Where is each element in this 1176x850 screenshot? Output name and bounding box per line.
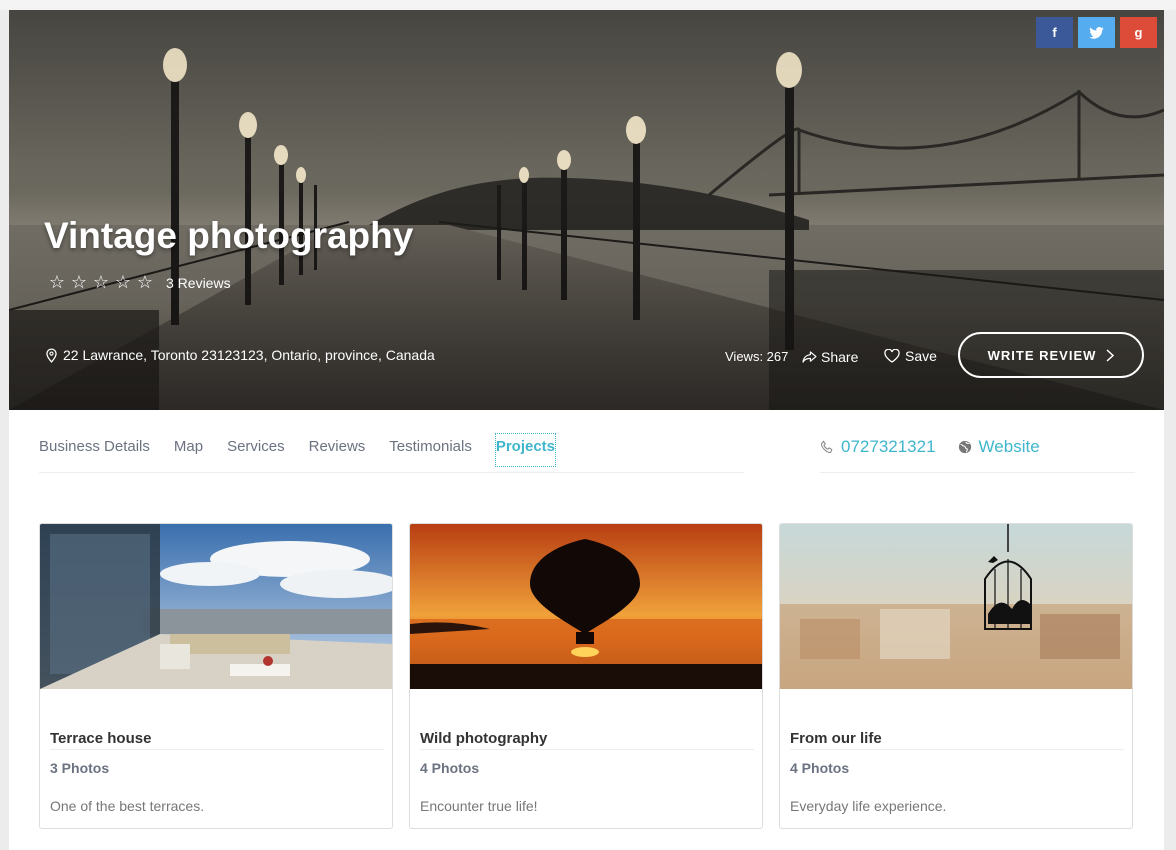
reviews-count[interactable]: 3 Reviews — [166, 275, 231, 291]
facebook-icon: f — [1052, 25, 1057, 40]
facebook-button[interactable]: f — [1036, 17, 1073, 48]
star-icon[interactable]: ☆ — [70, 272, 88, 293]
share-label: Share — [821, 349, 859, 365]
project-thumbnail — [40, 524, 392, 689]
page-title: Vintage photography — [44, 215, 414, 256]
phone-number: 0727321321 — [841, 437, 936, 456]
project-thumbnail — [780, 524, 1132, 689]
listing-tabs: Business Details Map Services Reviews Te… — [39, 433, 744, 473]
top-strip — [0, 0, 1176, 10]
twitter-button[interactable] — [1078, 17, 1115, 48]
project-name[interactable]: Terrace house — [50, 730, 384, 750]
share-icon — [802, 351, 817, 363]
save-label: Save — [905, 348, 937, 364]
contact-bar: 0727321321 Website — [820, 434, 1135, 473]
tab-business-details[interactable]: Business Details — [39, 434, 150, 464]
star-icon[interactable]: ☆ — [136, 272, 154, 293]
map-pin-icon — [46, 347, 57, 363]
project-card[interactable]: Terrace house 3 Photos One of the best t… — [39, 523, 393, 829]
project-name[interactable]: From our life — [790, 730, 1124, 750]
phone-icon — [820, 440, 833, 454]
project-description: Everyday life experience. — [790, 798, 947, 814]
write-review-button[interactable]: WRITE REVIEW — [958, 332, 1144, 378]
tab-projects[interactable]: Projects — [494, 433, 557, 467]
views-count: Views: 267 — [725, 349, 789, 364]
project-card[interactable]: From our life 4 Photos Everyday life exp… — [779, 523, 1133, 829]
chevron-right-icon — [1106, 348, 1115, 362]
website-label: Website — [978, 437, 1040, 456]
project-card[interactable]: Wild photography 4 Photos Encounter true… — [409, 523, 763, 829]
google-plus-icon: g — [1134, 25, 1143, 40]
address: 22 Lawrance, Toronto 23123123, Ontario, … — [46, 347, 435, 363]
google-plus-button[interactable]: g — [1120, 17, 1157, 48]
heart-icon — [884, 349, 900, 363]
project-description: One of the best terraces. — [50, 798, 205, 814]
twitter-icon — [1089, 26, 1104, 39]
social-share-bar: f g — [1036, 17, 1157, 48]
website-link[interactable]: Website — [958, 434, 1040, 460]
save-button[interactable]: Save — [884, 348, 937, 364]
project-photo-count: 4 Photos — [790, 760, 850, 776]
project-name[interactable]: Wild photography — [420, 730, 754, 750]
project-thumbnail — [410, 524, 762, 689]
rating-stars: ☆ ☆ ☆ ☆ ☆ 3 Reviews — [48, 272, 231, 293]
star-icon[interactable]: ☆ — [114, 272, 132, 293]
phone-link[interactable]: 0727321321 — [820, 434, 936, 460]
hero-banner: f g Vintage photography ☆ ☆ ☆ ☆ ☆ 3 Revi… — [9, 10, 1164, 410]
address-text: 22 Lawrance, Toronto 23123123, Ontario, … — [63, 347, 435, 363]
project-description: Encounter true life! — [420, 798, 538, 814]
tab-services[interactable]: Services — [227, 434, 285, 464]
write-review-label: WRITE REVIEW — [987, 347, 1097, 363]
tab-testimonials[interactable]: Testimonials — [389, 434, 472, 464]
tab-map[interactable]: Map — [174, 434, 203, 464]
star-icon[interactable]: ☆ — [92, 272, 110, 293]
globe-icon — [958, 440, 971, 454]
share-button[interactable]: Share — [802, 349, 858, 365]
tab-reviews[interactable]: Reviews — [309, 434, 366, 464]
star-icon[interactable]: ☆ — [48, 272, 66, 293]
project-photo-count: 4 Photos — [420, 760, 480, 776]
project-photo-count: 3 Photos — [50, 760, 110, 776]
listing-page: f g Vintage photography ☆ ☆ ☆ ☆ ☆ 3 Revi… — [9, 10, 1164, 850]
